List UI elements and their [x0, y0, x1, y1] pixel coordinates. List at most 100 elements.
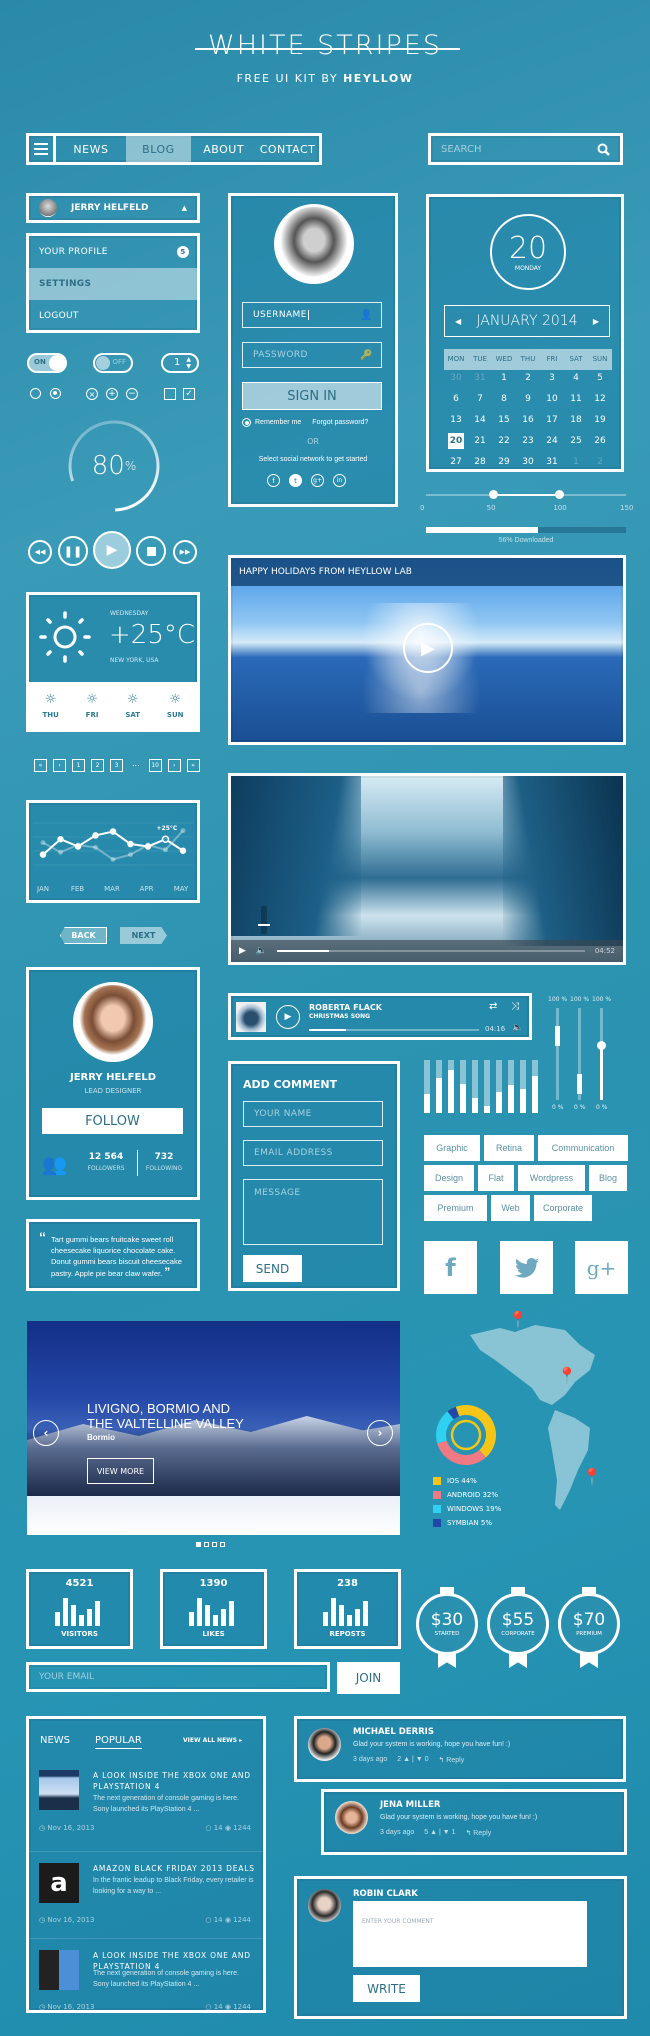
video-play-button[interactable]: ▶: [403, 623, 453, 673]
music-play-button[interactable]: ▶: [276, 1005, 300, 1029]
range-slider[interactable]: 0 50 100 150: [420, 490, 633, 514]
equalizer-bar[interactable]: [460, 1060, 466, 1113]
number-stepper[interactable]: 1 ▲ ▼: [161, 353, 199, 373]
nav-item-blog[interactable]: BLOG: [125, 136, 192, 162]
calendar-day[interactable]: 5: [588, 368, 612, 389]
calendar-day[interactable]: 4: [564, 368, 588, 389]
twitter-button[interactable]: [500, 1241, 553, 1294]
calendar-day[interactable]: 14: [468, 410, 492, 431]
equalizer-bar[interactable]: [532, 1060, 538, 1113]
remember-label[interactable]: Remember me: [255, 419, 301, 426]
calendar-day[interactable]: 12: [588, 389, 612, 410]
toggle-on[interactable]: ON: [27, 353, 67, 373]
vertical-slider-thumb[interactable]: [577, 1074, 582, 1095]
pagination-button[interactable]: 3: [110, 759, 123, 772]
news-tab[interactable]: NEWS: [40, 1735, 70, 1746]
pagination-button[interactable]: 1: [72, 759, 85, 772]
series-main-point[interactable]: [92, 832, 99, 839]
calendar-day[interactable]: 27: [444, 452, 468, 473]
map-pin-2[interactable]: 📍: [557, 1366, 577, 1385]
calendar-day[interactable]: 31: [540, 452, 564, 473]
radio-unchecked[interactable]: [30, 388, 41, 399]
calendar-day[interactable]: 26: [588, 431, 612, 452]
calendar-day[interactable]: 30: [444, 368, 468, 389]
equalizer-bar[interactable]: [484, 1060, 490, 1113]
tag-item[interactable]: Premium: [424, 1195, 487, 1221]
repeat-icon[interactable]: ⇄: [489, 1001, 497, 1012]
calendar-day[interactable]: 9: [516, 389, 540, 410]
range-handle-low[interactable]: [488, 490, 498, 499]
series-main-point[interactable]: [127, 840, 134, 848]
next-month-button[interactable]: ▶: [593, 317, 599, 326]
news-item[interactable]: a AMAZON BLACK FRIDAY 2013 DEALS In the fr…: [29, 1851, 263, 1938]
tag-item[interactable]: Communication: [538, 1135, 628, 1161]
calendar-day[interactable]: 23: [516, 431, 540, 452]
username-field[interactable]: USERNAME 👤: [242, 302, 382, 328]
equalizer-bar[interactable]: [448, 1060, 454, 1113]
follow-button[interactable]: FOLLOW: [42, 1108, 183, 1134]
news-item[interactable]: A LOOK INSIDE THE XBOX ONE AND PLAYSTATI…: [29, 1938, 263, 2025]
calendar-day[interactable]: 15: [492, 410, 516, 431]
menu-item-logout[interactable]: LOGOUT: [29, 300, 197, 332]
calendar-day[interactable]: 3: [540, 368, 564, 389]
map-pin-1[interactable]: 📍: [508, 1310, 528, 1329]
tag-item[interactable]: Wordpress: [518, 1165, 585, 1191]
tag-item[interactable]: Retina: [484, 1135, 534, 1161]
calendar-day[interactable]: 8: [492, 389, 516, 410]
view-all-news-link[interactable]: VIEW ALL NEWS ▸: [183, 1737, 242, 1744]
password-field[interactable]: PASSWORD 🔑: [242, 342, 382, 368]
music-volume-icon[interactable]: 🔈: [512, 1023, 523, 1033]
nav-item-about[interactable]: ABOUT: [191, 136, 256, 162]
slider-dot[interactable]: [196, 1542, 201, 1547]
linkedin-icon[interactable]: in: [333, 474, 346, 487]
calendar-day[interactable]: 2: [588, 452, 612, 473]
pricing-badge[interactable]: $30 STARTED: [416, 1593, 478, 1655]
pagination-button[interactable]: ‹: [53, 759, 66, 772]
user-dropdown-toggle[interactable]: JERRY HELFELD ▲: [26, 193, 200, 223]
hamburger-menu-button[interactable]: [29, 136, 57, 162]
tag-item[interactable]: Design: [424, 1165, 474, 1191]
facebook-icon[interactable]: f: [267, 474, 280, 487]
forgot-password-link[interactable]: Forgot password?: [312, 419, 368, 426]
next-button[interactable]: NEXT: [120, 927, 167, 944]
stepper-arrows-icon[interactable]: ▲ ▼: [186, 356, 191, 370]
series-main-point[interactable]: [144, 843, 152, 850]
donut-slice-windows[interactable]: [436, 1411, 454, 1444]
donut-slice-android[interactable]: [437, 1440, 486, 1465]
pagination-button[interactable]: »: [186, 759, 200, 772]
equalizer-bar[interactable]: [508, 1060, 514, 1113]
calendar-day[interactable]: 10: [540, 389, 564, 410]
facebook-button[interactable]: f: [424, 1241, 477, 1294]
radio-checked[interactable]: [50, 388, 61, 399]
tag-item[interactable]: Flat: [478, 1165, 514, 1191]
series-main-point[interactable]: [179, 847, 187, 855]
series-main-point[interactable]: [161, 835, 170, 843]
reply-link[interactable]: ↰ Reply: [466, 1829, 492, 1837]
pagination-button[interactable]: 10: [148, 759, 162, 772]
prev-month-button[interactable]: ◀: [455, 317, 461, 326]
send-button[interactable]: SEND: [243, 1255, 302, 1282]
news-item[interactable]: A LOOK INSIDE THE XBOX ONE AND PLAYSTATI…: [29, 1764, 263, 1851]
pagination-button[interactable]: «: [34, 759, 47, 772]
calendar-day[interactable]: 13: [444, 410, 468, 431]
popular-tab[interactable]: POPULAR: [95, 1735, 142, 1749]
calendar-day[interactable]: 24: [540, 431, 564, 452]
volume-icon[interactable]: 🔈: [256, 946, 267, 956]
calendar-day[interactable]: 29: [492, 452, 516, 473]
calendar-day[interactable]: 2: [516, 368, 540, 389]
search-icon[interactable]: [597, 143, 610, 156]
vote-controls[interactable]: 2 ▲ | ▼ 0: [397, 1756, 428, 1764]
calendar-day[interactable]: 22: [492, 431, 516, 452]
your-name-input[interactable]: YOUR NAME: [243, 1101, 383, 1127]
slider-dot[interactable]: [204, 1542, 209, 1547]
menu-item-profile[interactable]: YOUR PROFILE 5: [29, 236, 197, 268]
series-main-point[interactable]: [74, 843, 82, 850]
map-pin-3[interactable]: 📍: [582, 1467, 602, 1486]
write-button[interactable]: WRITE: [353, 1975, 420, 2002]
fast-forward-button[interactable]: ▶▶: [173, 540, 197, 564]
calendar-day[interactable]: 16: [516, 410, 540, 431]
vertical-slider-track[interactable]: [555, 1008, 560, 1100]
search-input[interactable]: SEARCH: [441, 144, 481, 155]
shuffle-icon[interactable]: ⤨: [511, 1001, 519, 1012]
calendar-day[interactable]: 7: [468, 389, 492, 410]
